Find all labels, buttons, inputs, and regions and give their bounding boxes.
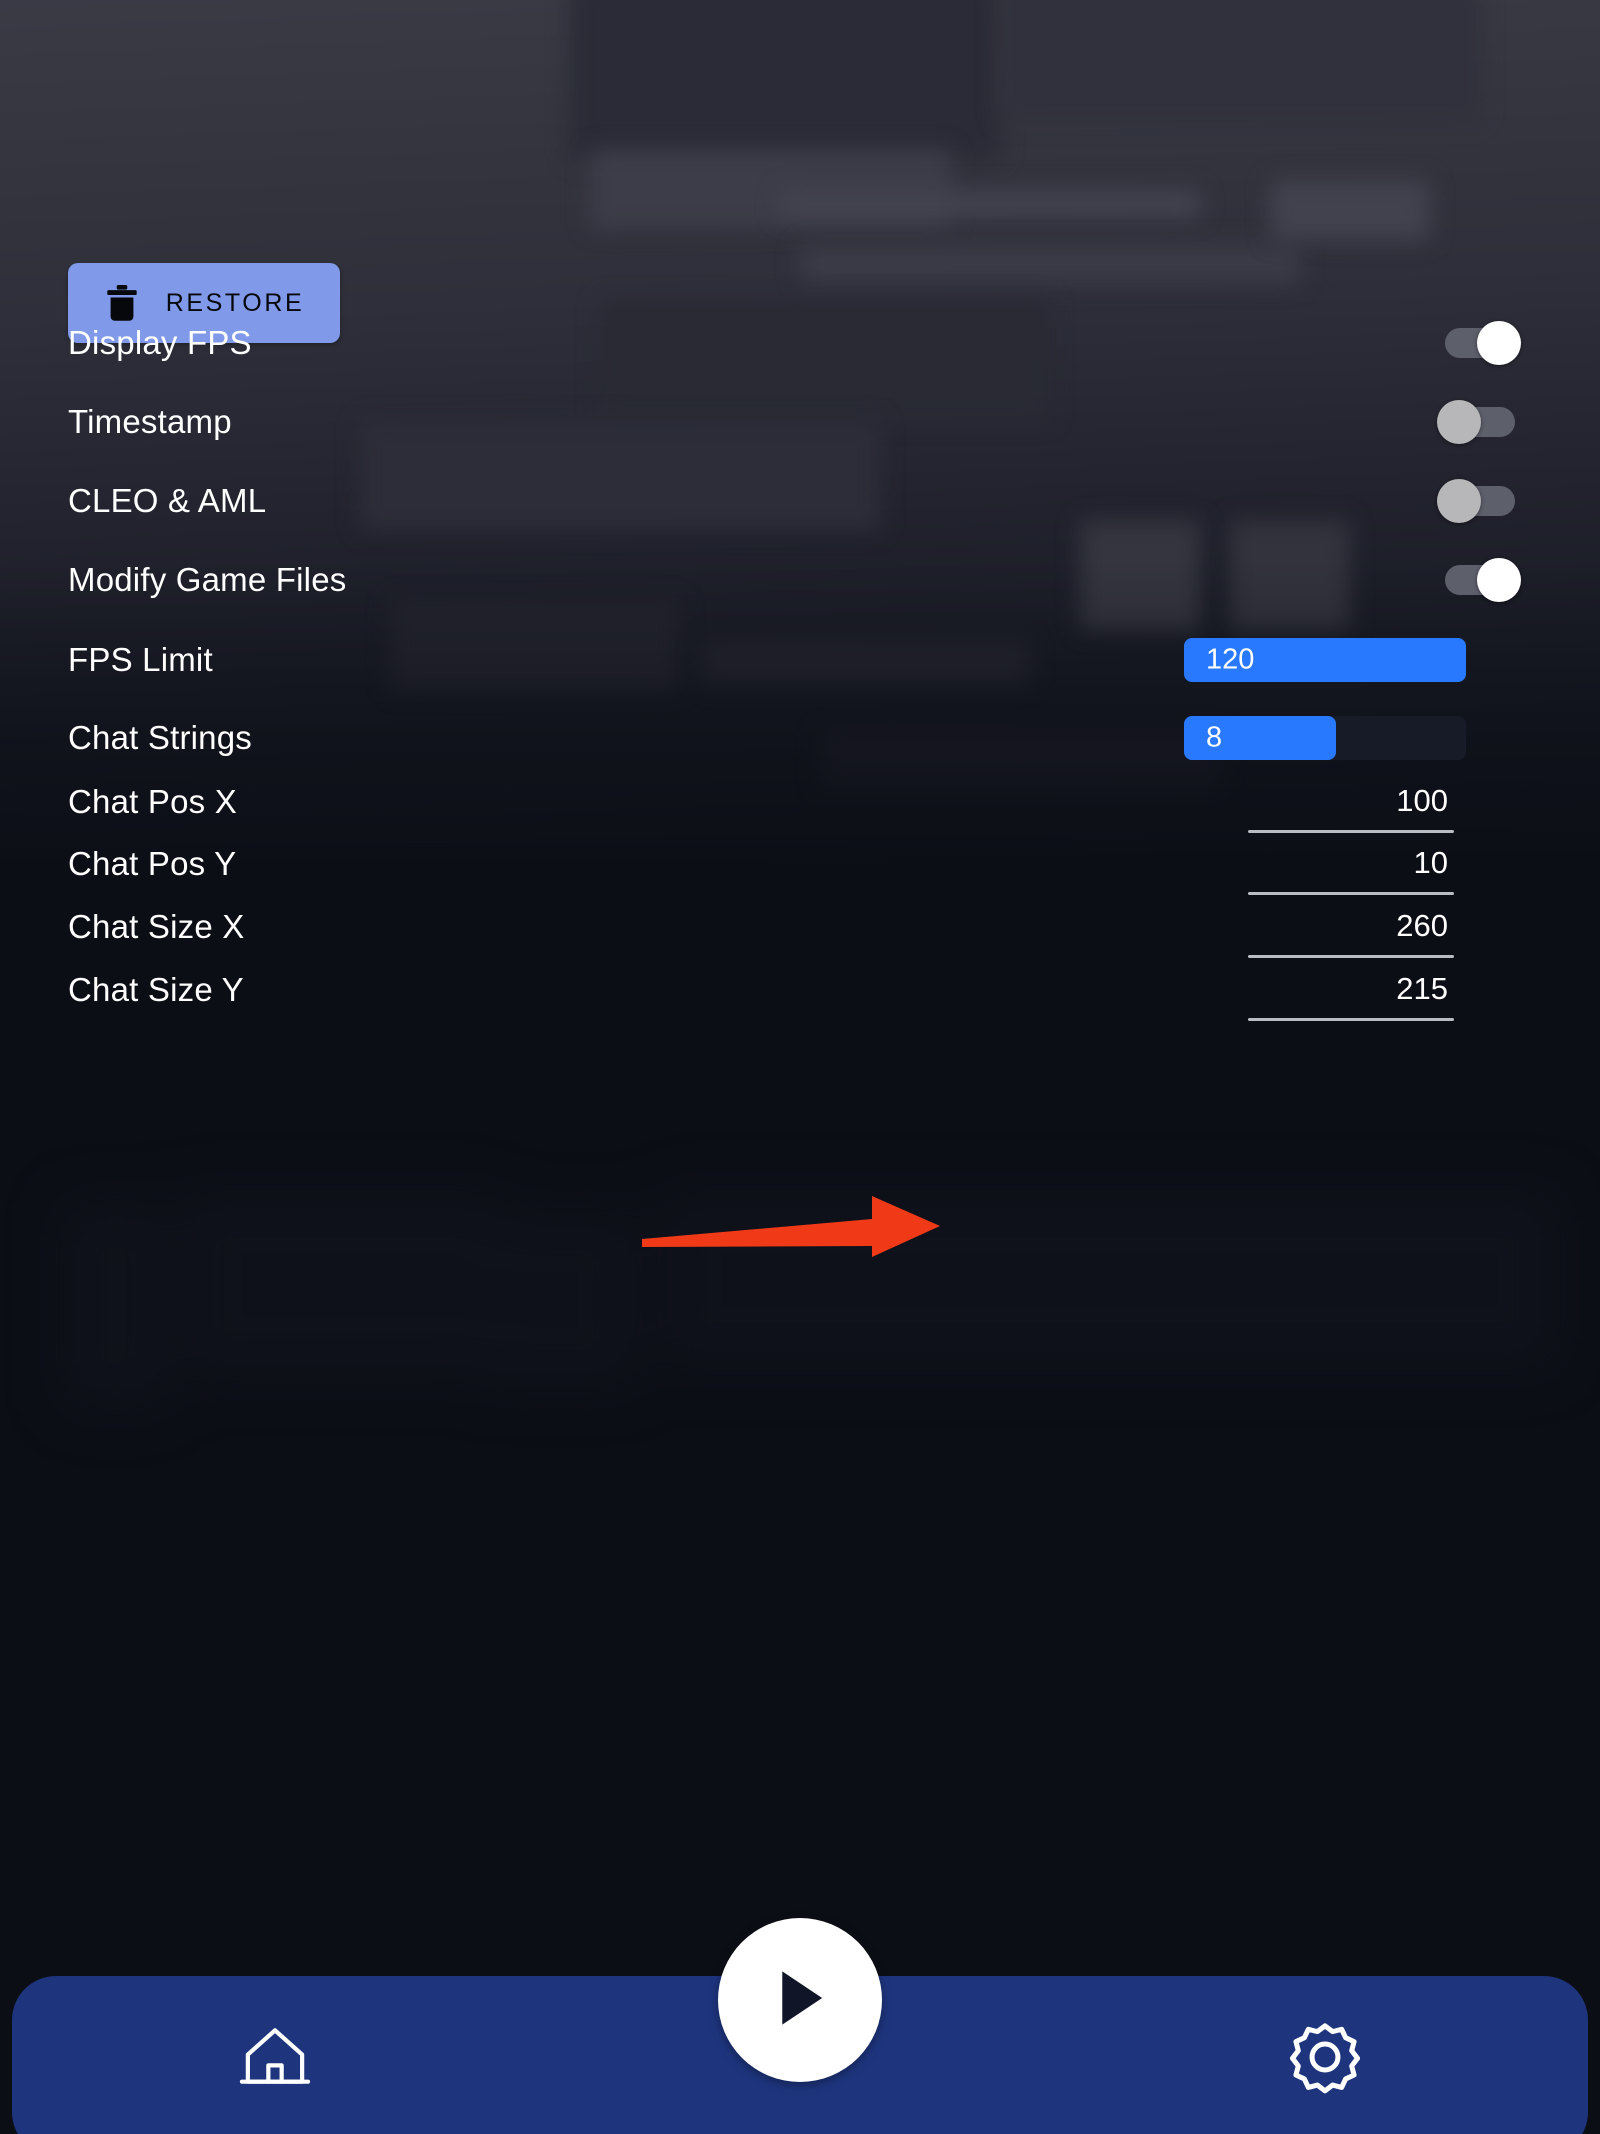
setting-label-chat-size-y: Chat Size Y — [68, 971, 244, 1008]
input-chat-pos-x[interactable]: 100 — [1248, 771, 1454, 833]
input-chat-pos-y[interactable]: 10 — [1248, 833, 1454, 895]
trash-icon — [104, 282, 140, 324]
input-value-chat-pos-x: 100 — [1396, 783, 1448, 818]
input-underline — [1248, 892, 1454, 895]
toggle-timestamp[interactable] — [1437, 400, 1521, 444]
toggle-modify-game-files[interactable] — [1437, 558, 1521, 602]
setting-label-fps-limit: FPS Limit — [68, 641, 213, 678]
input-chat-size-x[interactable]: 260 — [1248, 896, 1454, 958]
setting-label-display-fps: Display FPS — [68, 324, 252, 361]
setting-label-chat-pos-y: Chat Pos Y — [68, 845, 237, 882]
input-underline — [1248, 1018, 1454, 1021]
slider-value-fps-limit: 120 — [1206, 643, 1255, 676]
setting-label-chat-strings: Chat Strings — [68, 719, 252, 756]
slider-value-chat-strings: 8 — [1206, 721, 1223, 754]
play-icon — [772, 1967, 828, 2034]
slider-fps-limit[interactable]: 120 — [1184, 638, 1466, 682]
setting-label-chat-size-x: Chat Size X — [68, 908, 245, 945]
gear-icon — [1288, 2020, 1362, 2099]
toggle-display-fps[interactable] — [1437, 321, 1521, 365]
app-root: RESTORE Display FPS Timestamp CLEO & AML… — [0, 0, 1600, 2134]
setting-label-timestamp: Timestamp — [68, 403, 232, 440]
input-underline — [1248, 955, 1454, 958]
input-value-chat-size-y: 215 — [1396, 971, 1448, 1006]
input-value-chat-size-x: 260 — [1396, 908, 1448, 943]
restore-button-label: RESTORE — [165, 288, 305, 317]
setting-label-cleo-aml: CLEO & AML — [68, 482, 267, 519]
setting-label-chat-pos-x: Chat Pos X — [68, 783, 237, 820]
input-chat-size-y[interactable]: 215 — [1248, 959, 1454, 1021]
setting-label-modify-game-files: Modify Game Files — [68, 561, 347, 598]
slider-chat-strings[interactable]: 8 — [1184, 716, 1466, 760]
nav-item-settings[interactable] — [1245, 2004, 1405, 2114]
bottom-navigation-bar — [12, 1918, 1588, 2134]
home-icon — [238, 2022, 312, 2097]
toggle-cleo-aml[interactable] — [1437, 479, 1521, 523]
play-button[interactable] — [718, 1918, 882, 2082]
nav-item-home[interactable] — [195, 2004, 355, 2114]
input-value-chat-pos-y: 10 — [1413, 845, 1448, 880]
